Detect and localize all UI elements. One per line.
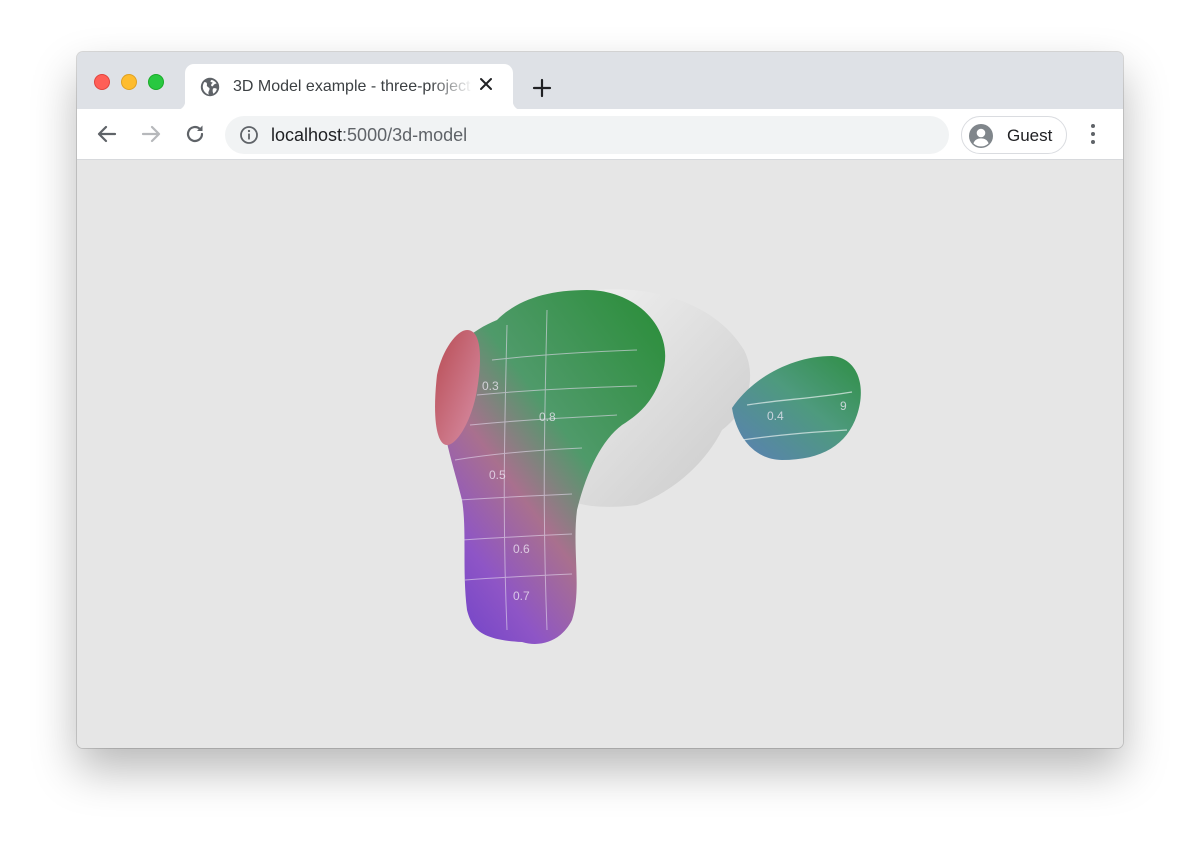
texture-label-05: 0.5 [489, 468, 506, 482]
url-text: localhost:5000/3d-model [271, 125, 467, 145]
reload-icon[interactable] [182, 121, 208, 147]
url-path: :5000/3d-model [342, 125, 468, 145]
plus-icon[interactable] [530, 76, 554, 100]
close-window-button[interactable] [94, 74, 110, 90]
texture-label-03: 0.3 [482, 379, 499, 393]
minimize-window-button[interactable] [121, 74, 137, 90]
browser-window: 3D Model example - three-project localho… [77, 52, 1123, 748]
arrow-left-icon[interactable] [94, 121, 120, 147]
browser-toolbar: localhost:5000/3d-model Guest [77, 109, 1123, 160]
page-content: 0.6 0.7 0.8 0.5 0.3 0.4 9 [77, 160, 1123, 748]
globe-icon [200, 77, 220, 97]
url-host: localhost [271, 125, 343, 145]
texture-label-06: 0.6 [513, 542, 530, 556]
more-vertical-icon[interactable] [1082, 122, 1104, 146]
3d-model-canvas[interactable]: 0.6 0.7 0.8 0.5 0.3 0.4 9 [77, 160, 1123, 748]
texture-label-9: 9 [840, 399, 847, 413]
address-bar[interactable]: localhost:5000/3d-model [225, 116, 949, 154]
maximize-window-button[interactable] [148, 74, 164, 90]
arrow-right-icon[interactable] [138, 121, 164, 147]
close-icon[interactable] [479, 77, 493, 91]
account-circle-icon [969, 124, 993, 148]
texture-label-04: 0.4 [767, 409, 784, 423]
texture-label-07: 0.7 [513, 589, 530, 603]
profile-button[interactable]: Guest [961, 116, 1067, 154]
info-icon[interactable] [239, 125, 259, 145]
tab-title: 3D Model example - three-project [233, 78, 471, 95]
profile-label: Guest [1007, 126, 1053, 145]
monkey-head-3d-model[interactable]: 0.6 0.7 0.8 0.5 0.3 0.4 9 [435, 289, 861, 644]
texture-label-08: 0.8 [539, 410, 556, 424]
title-bar: 3D Model example - three-project [77, 52, 1123, 110]
tab-3d-model-example[interactable]: 3D Model example - three-project [176, 64, 522, 110]
